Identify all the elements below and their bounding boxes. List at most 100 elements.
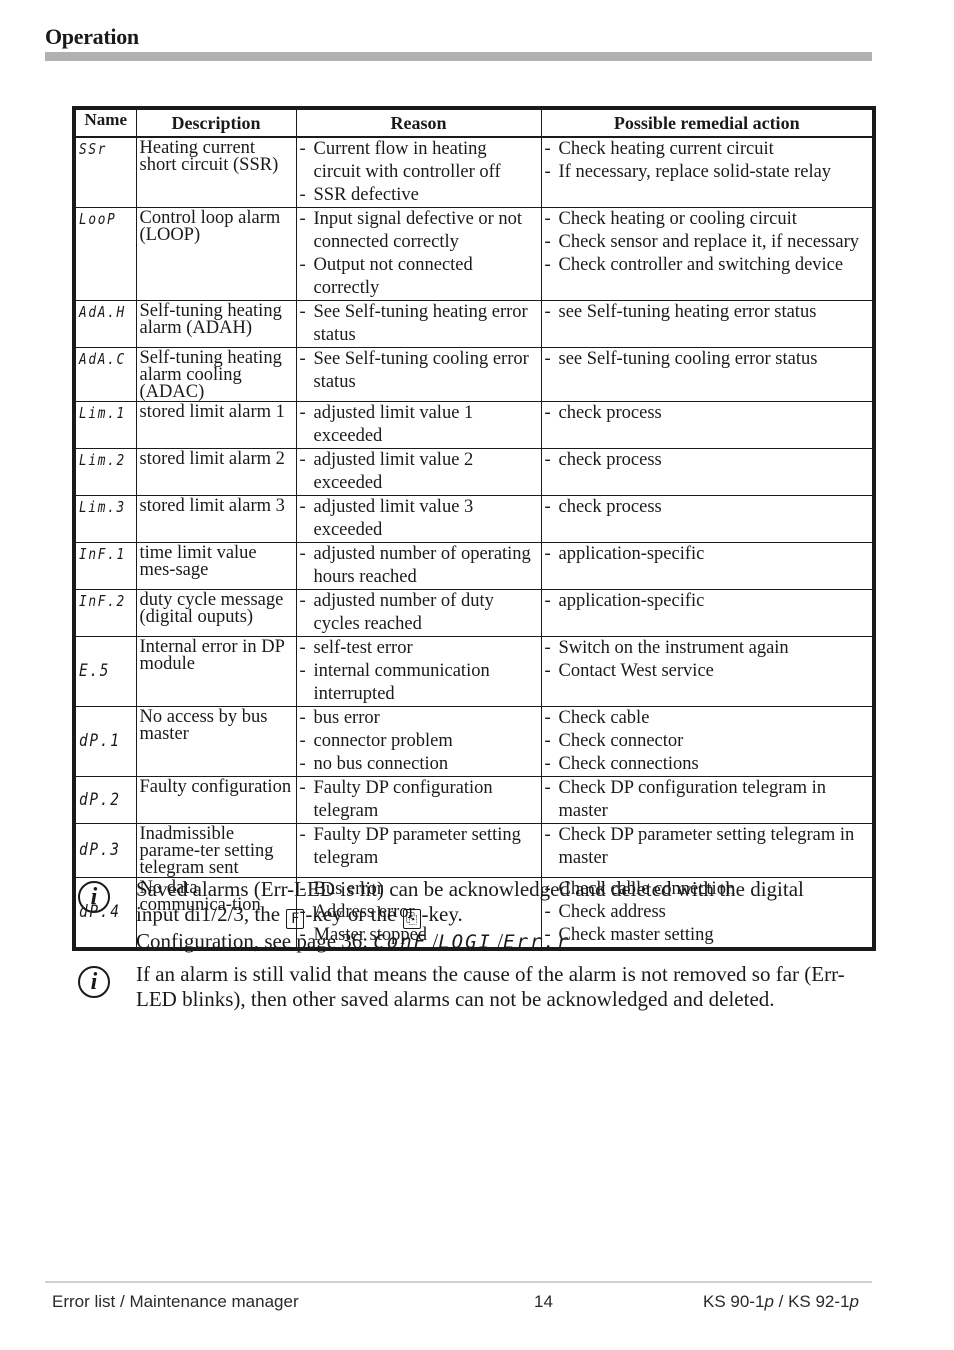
error-description: Internal error in DP module [139, 637, 285, 674]
action-list: Check DP configuration telegram in maste… [545, 777, 870, 823]
action-item: application-specific [545, 543, 870, 566]
reason-cell: adjusted number of duty cycles reached [295, 589, 542, 637]
action-cell: Switch on the instrument againContact We… [540, 636, 875, 707]
error-code-cell: InF.1 [73, 542, 137, 590]
reason-list: bus errorconnector problemno bus connect… [300, 707, 538, 776]
action-item: Check DP configuration telegram in maste… [545, 777, 870, 823]
reason-item: Input signal defective or not connected … [300, 208, 538, 254]
reason-list: Current flow in heating circuit with con… [300, 138, 538, 207]
action-list: check process [545, 402, 870, 425]
reason-item: self-test error [300, 637, 538, 660]
error-code: dP.2 [79, 789, 121, 810]
reason-item: Faulty DP parameter setting telegram [300, 824, 538, 870]
section-divider [45, 52, 872, 61]
action-cell: see Self-tuning heating error status [540, 300, 875, 348]
action-list: Switch on the instrument againContact We… [545, 637, 870, 683]
action-cell: see Self-tuning cooling error status [540, 347, 875, 402]
reason-cell: adjusted limit value 1 exceeded [295, 401, 542, 449]
error-code-cell: dP.1 [73, 706, 137, 777]
error-code-cell: Lim.2 [73, 448, 137, 496]
action-cell: Check heating or cooling circuitCheck se… [540, 207, 875, 301]
action-list: see Self-tuning cooling error status [545, 348, 870, 371]
table-row: dP.2 Faulty configuration Faulty DP config… [73, 776, 875, 824]
description-cell: stored limit alarm 2 [135, 448, 297, 496]
action-cell: application-specific [540, 542, 875, 590]
reason-item: adjusted number of duty cycles reached [300, 590, 538, 636]
reason-item: See Self-tuning heating error status [300, 301, 538, 347]
reason-list: adjusted number of duty cycles reached [300, 590, 538, 636]
column-header-name: Name [73, 107, 137, 138]
error-code-cell: Lim.1 [73, 401, 137, 449]
note-text: Configuration, see page 36: [136, 928, 369, 953]
action-list: check process [545, 496, 870, 519]
error-code-cell: InF.2 [73, 589, 137, 637]
product-separator: / [773, 1292, 789, 1311]
table-row: SSr Heating current short circuit (SSR) Cu… [73, 136, 875, 208]
error-code: AdA.C [79, 350, 126, 368]
info-icon: i [78, 881, 110, 913]
error-code: dP.1 [79, 731, 121, 751]
product-suffix: p [764, 1292, 774, 1311]
note-text: Saved alarms (Err-LED is lit) can be ack… [136, 877, 804, 901]
action-item: application-specific [545, 590, 870, 613]
reason-list: self-test errorinternal communication in… [300, 637, 538, 706]
error-description: Faulty configuration [139, 777, 292, 797]
action-cell: application-specific [540, 589, 875, 637]
page-number: 14 [534, 1292, 553, 1311]
reason-item: See Self-tuning cooling error status [300, 348, 538, 394]
reason-item: internal communication interrupted [300, 660, 538, 706]
footer-section: Error list / Maintenance manager [52, 1292, 299, 1311]
reason-item: no bus connection [300, 753, 538, 776]
action-item: see Self-tuning cooling error status [545, 348, 870, 371]
description-cell: Self-tuning heating alarm (ADAH) [135, 300, 297, 348]
error-code: E.5 [79, 661, 111, 681]
error-code-cell: AdA.C [73, 347, 137, 402]
reason-cell: adjusted limit value 3 exceeded [295, 495, 542, 543]
action-list: Check cableCheck connectorCheck connecti… [545, 707, 870, 776]
reason-item: Output not connected correctly [300, 254, 538, 300]
action-item: Check sensor and replace it, if necessar… [545, 231, 870, 254]
error-code: Lim.1 [79, 404, 126, 422]
note-text: -key or the [305, 901, 397, 926]
reason-cell: self-test errorinternal communication in… [295, 636, 542, 707]
error-description: stored limit alarm 1 [139, 402, 285, 422]
error-code-cell: AdA.H [73, 300, 137, 348]
error-code-cell: E.5 [73, 636, 137, 707]
description-cell: Heating current short circuit (SSR) [135, 136, 297, 208]
action-item: Check DP parameter setting telegram in m… [545, 824, 870, 870]
description-cell: Self-tuning heating alarm cooling (ADAC) [135, 347, 297, 402]
reason-item: connector problem [300, 730, 538, 753]
description-cell: No access by bus master [135, 706, 297, 777]
note-text: input di1/2/3, the [136, 901, 281, 926]
error-table: Name Description Reason Possible remedia… [72, 106, 876, 951]
description-cell: Internal error in DP module [135, 636, 297, 707]
f-key-icon: F [286, 908, 305, 929]
action-item: Check controller and switching device [545, 254, 870, 277]
error-code: InF.1 [79, 545, 126, 563]
description-cell: time limit value mes-sage [135, 542, 297, 590]
config-path-logi: LOGI [438, 930, 492, 953]
reason-item: bus error [300, 707, 538, 730]
action-item: see Self-tuning heating error status [545, 301, 870, 324]
action-cell: check process [540, 495, 875, 543]
error-description: stored limit alarm 2 [139, 449, 285, 469]
error-code: LooP [79, 210, 117, 228]
product-name: KS 92-1 [788, 1292, 850, 1311]
action-cell: check process [540, 448, 875, 496]
error-code-cell: LooP [73, 207, 137, 301]
info-note-acknowledge: i Saved alarms (Err-LED is lit) can be a… [78, 877, 878, 954]
action-list: check process [545, 449, 870, 472]
action-item: check process [545, 496, 870, 519]
action-cell: check process [540, 401, 875, 449]
note-text: If an alarm is still valid that means th… [136, 962, 845, 1011]
display-key-icon: ⎘ [402, 908, 421, 929]
error-description: time limit value mes-sage [139, 543, 257, 580]
reason-list: adjusted limit value 1 exceeded [300, 402, 538, 448]
table-row: Lim.3 stored limit alarm 3 adjusted limit … [73, 495, 875, 543]
table-body: SSr Heating current short circuit (SSR) Cu… [73, 136, 875, 950]
reason-list: See Self-tuning cooling error status [300, 348, 538, 394]
reason-list: Faulty DP configuration telegram [300, 777, 538, 823]
column-header-action: Possible remedial action [540, 107, 875, 138]
note-text: -key. [421, 901, 463, 926]
reason-item: Faulty DP configuration telegram [300, 777, 538, 823]
